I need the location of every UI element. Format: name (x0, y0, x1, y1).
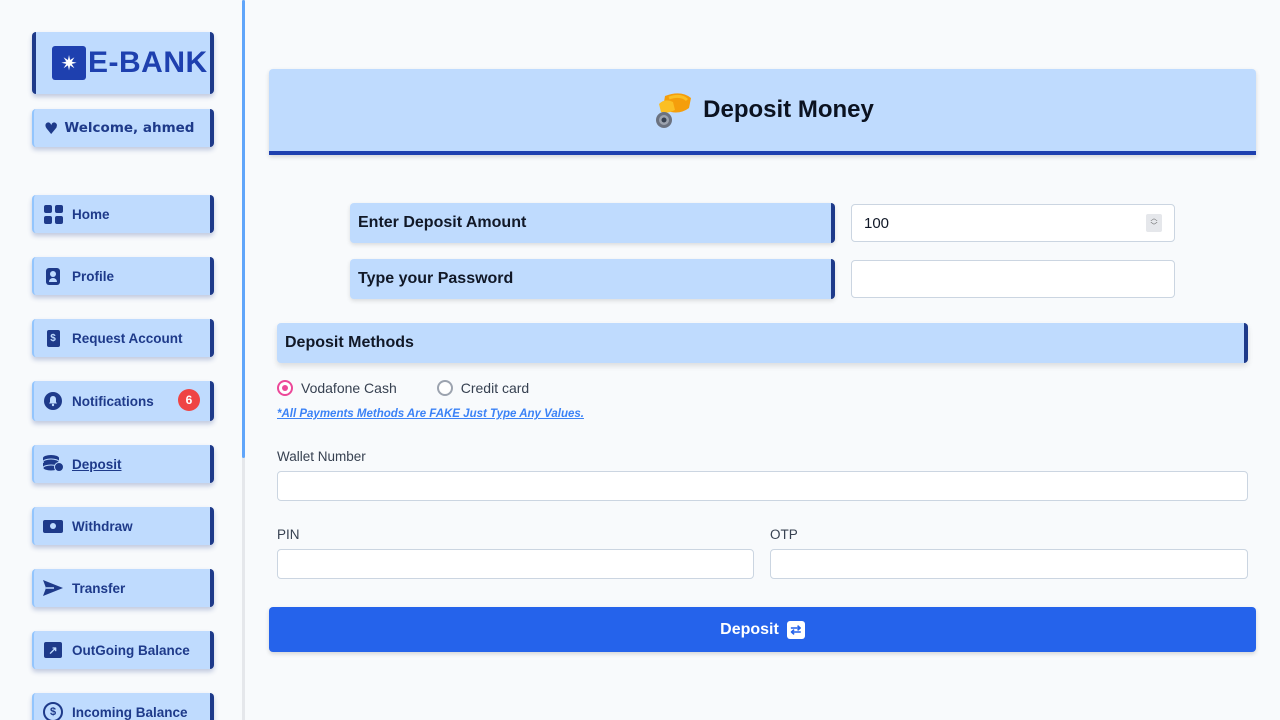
sidebar-item-withdraw[interactable]: Withdraw (32, 507, 214, 545)
otp-label: OTP (770, 527, 798, 542)
welcome-banner: ♥ Welcome, ahmed (32, 109, 214, 147)
radio-label: Credit card (460, 380, 530, 396)
fake-payments-note[interactable]: *All Payments Methods Are FAKE Just Type… (277, 408, 584, 420)
sidebar-item-label: Profile (72, 268, 115, 284)
money-bill-icon (42, 515, 64, 537)
sidebar-item-label: Home (72, 206, 110, 222)
dollar-file-icon: $ (42, 327, 64, 349)
brand-logo[interactable]: ✷ E-BANK (32, 32, 214, 94)
sidebar: ✷ E-BANK ♥ Welcome, ahmed Home Profile $… (0, 0, 245, 720)
number-spinner[interactable]: ︿ ﹀ (1146, 214, 1162, 232)
pin-input[interactable] (277, 549, 754, 579)
page-title: Deposit Money (703, 96, 874, 123)
sidebar-item-profile[interactable]: Profile (32, 257, 214, 295)
sidebar-item-label: Incoming Balance (72, 704, 188, 720)
heart-icon: ♥ (44, 118, 59, 138)
welcome-text: Welcome, ahmed (64, 120, 195, 136)
wallet-number-label: Wallet Number (277, 449, 366, 464)
amount-label: Enter Deposit Amount (350, 203, 835, 243)
radio-label: Vodafone Cash (301, 380, 397, 396)
sidebar-item-label: OutGoing Balance (72, 642, 190, 658)
amount-value: 100 (864, 214, 890, 232)
coins-stack-icon (42, 453, 64, 475)
deposit-methods-heading: Deposit Methods (277, 323, 1248, 363)
hand-holding-coin-icon (651, 88, 695, 132)
payment-method-group: Vodafone Cash Credit card (277, 380, 569, 396)
sidebar-item-notifications[interactable]: Notifications 6 (32, 381, 214, 421)
sidebar-item-label: Transfer (72, 580, 126, 596)
amount-input[interactable]: 100 ︿ ﹀ (851, 204, 1175, 242)
bell-icon (42, 390, 64, 412)
sidebar-item-label: Withdraw (72, 518, 133, 534)
pin-label: PIN (277, 527, 300, 542)
sidebar-item-outgoing-balance[interactable]: ↗ OutGoing Balance (32, 631, 214, 669)
wallet-number-input[interactable] (277, 471, 1248, 501)
chart-line-icon: ↗ (42, 639, 64, 661)
star-burst-icon: ✷ (52, 46, 86, 80)
sidebar-item-request-account[interactable]: $ Request Account (32, 319, 214, 357)
dollar-coin-icon: $ (42, 701, 64, 720)
sidebar-item-transfer[interactable]: Transfer (32, 569, 214, 607)
radio-credit-card[interactable]: Credit card (436, 380, 530, 396)
sidebar-scrollbar[interactable] (242, 0, 245, 458)
exchange-icon: ⇄ (786, 620, 805, 639)
notification-count-badge: 6 (178, 389, 200, 411)
page-header: Deposit Money (269, 69, 1256, 155)
radio-button[interactable] (436, 380, 453, 396)
sidebar-item-home[interactable]: Home (32, 195, 214, 233)
radio-button-checked[interactable] (277, 380, 293, 396)
brand-name: E-BANK (88, 46, 208, 79)
id-badge-icon (42, 265, 64, 287)
send-icon (42, 577, 64, 599)
sidebar-item-label: Request Account (72, 330, 183, 346)
password-label: Type your Password (350, 259, 835, 299)
deposit-button-label: Deposit (720, 620, 779, 638)
deposit-button[interactable]: Deposit ⇄ (269, 607, 1256, 652)
otp-input[interactable] (770, 549, 1248, 579)
radio-vodafone-cash[interactable]: Vodafone Cash (277, 380, 397, 396)
grid-icon (42, 203, 64, 225)
sidebar-item-label: Deposit (72, 456, 122, 472)
sidebar-item-label: Notifications (72, 393, 154, 409)
sidebar-item-deposit[interactable]: Deposit (32, 445, 214, 483)
sidebar-item-incoming-balance[interactable]: $ Incoming Balance (32, 693, 214, 720)
password-input[interactable] (851, 260, 1175, 298)
